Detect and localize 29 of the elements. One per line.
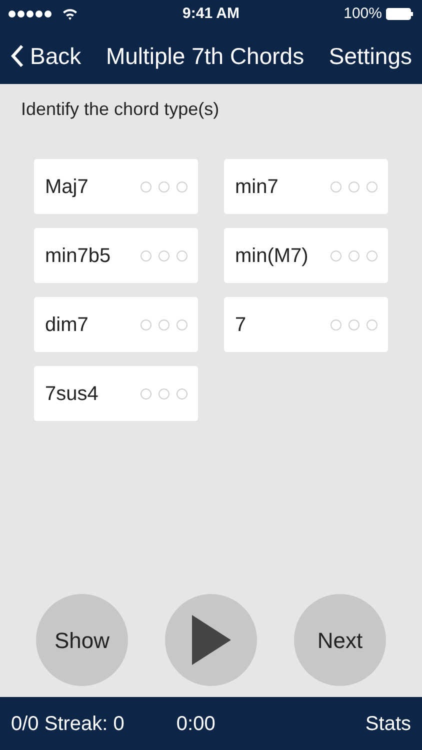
timer-text: 0:00	[176, 712, 216, 736]
stats-button[interactable]: Stats	[365, 708, 411, 738]
back-button[interactable]: Back	[10, 38, 82, 74]
chord-option[interactable]: min7b5	[34, 228, 198, 283]
chord-option[interactable]: dim7	[34, 297, 198, 352]
score-text: 0/0 Streak: 0	[11, 712, 124, 736]
show-button[interactable]: Show	[36, 594, 128, 686]
chord-option[interactable]: 7	[224, 297, 388, 352]
chord-option[interactable]: 7sus4	[34, 366, 198, 421]
chord-option[interactable]: min(M7)	[224, 228, 388, 283]
next-button[interactable]: Next	[294, 594, 386, 686]
three-circles-icon	[330, 250, 378, 262]
three-circles-icon	[330, 180, 378, 192]
screen-title: Multiple 7th Chords	[106, 42, 304, 71]
status-time: 9:41 AM	[182, 4, 240, 24]
back-chevron-icon	[10, 44, 24, 68]
three-circles-icon	[140, 318, 188, 330]
battery-percent: 100%	[344, 4, 382, 24]
three-circles-icon	[330, 318, 378, 330]
chord-option[interactable]: Maj7	[34, 159, 198, 214]
chord-option[interactable]: min7	[224, 159, 388, 214]
wifi-icon	[62, 8, 78, 20]
instruction-text: Identify the chord type(s)	[20, 98, 220, 121]
settings-button[interactable]: Settings	[328, 38, 412, 74]
three-circles-icon	[140, 250, 188, 262]
three-circles-icon	[140, 180, 188, 192]
three-circles-icon	[140, 388, 188, 400]
battery-icon	[386, 8, 414, 20]
play-icon	[190, 614, 232, 666]
